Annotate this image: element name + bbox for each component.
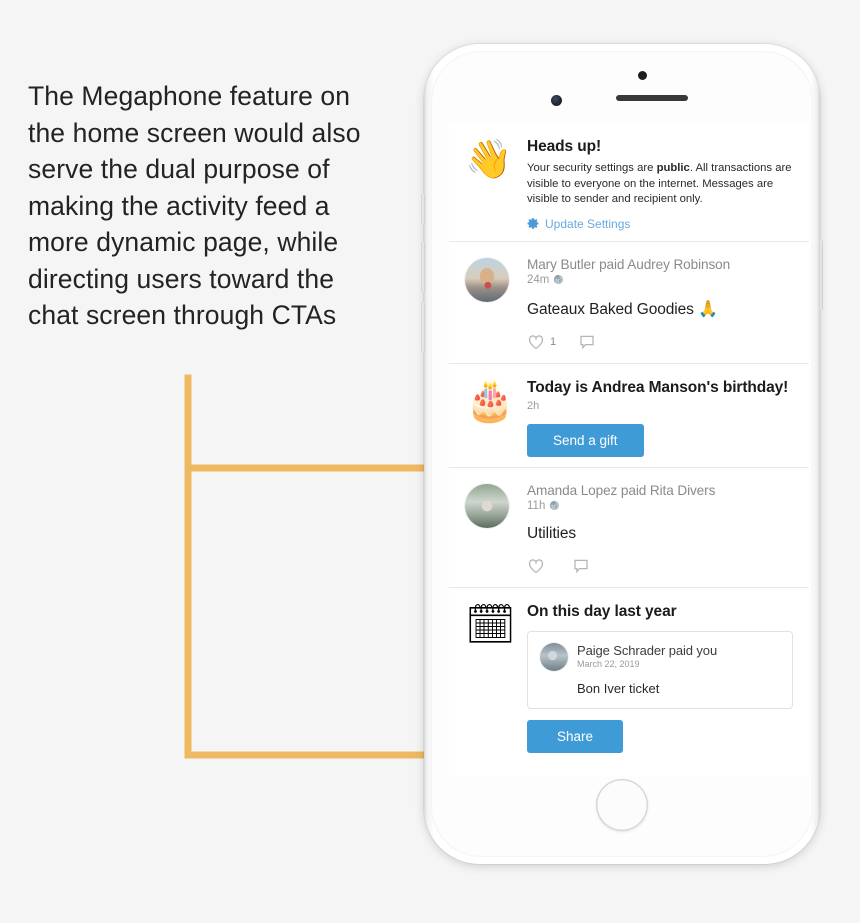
like-button[interactable] — [527, 557, 550, 575]
screenshot-root: The Megaphone feature on the home screen… — [0, 0, 860, 923]
memory-body: On this day last year Paige Schrader pai… — [527, 602, 793, 753]
phone-screen-bezel: 👋 Heads up! Your security settings are p… — [431, 51, 813, 857]
payment-participants: Mary Butler paid Audrey Robinson — [527, 256, 731, 272]
update-settings-link[interactable]: Update Settings — [527, 217, 793, 231]
memory-card-header: Paige Schrader paid you March 22, 2019 — [540, 642, 780, 671]
heads-up-icon-column: 👋 — [465, 137, 527, 231]
avatar[interactable] — [465, 483, 509, 528]
home-button[interactable] — [596, 779, 648, 831]
activity-feed: 👋 Heads up! Your security settings are p… — [449, 123, 809, 763]
comment-button[interactable] — [572, 557, 590, 575]
earpiece-speaker — [616, 95, 688, 101]
gear-icon — [527, 218, 539, 229]
payment-memo-emoji: 🙏 — [698, 300, 718, 318]
memory-participants: Paige Schrader paid you — [577, 642, 718, 658]
timestamp: 24m — [527, 273, 550, 286]
memory-icon-column: 🗓 — [465, 602, 527, 753]
power-button[interactable] — [819, 240, 823, 310]
volume-down-button[interactable] — [421, 302, 425, 352]
comment-button[interactable] — [578, 333, 596, 351]
avatar[interactable] — [540, 642, 568, 671]
heads-up-body: Heads up! Your security settings are pub… — [527, 137, 793, 231]
phone-body: 👋 Heads up! Your security settings are p… — [421, 44, 823, 864]
memory-memo: Bon Iver ticket — [577, 680, 660, 696]
payment-memo: Utilities — [527, 525, 793, 543]
proximity-sensor-icon — [638, 71, 647, 80]
heart-icon — [528, 334, 544, 349]
front-camera-icon — [551, 95, 562, 106]
amanda-payment-body: Amanda Lopez paid Rita Divers 11h Utilit… — [527, 482, 793, 577]
birthday-body: Today is Andrea Manson's birthday! 2h Se… — [527, 378, 793, 457]
feed-item-memory[interactable]: 🗓 On this day last year Paige Schrader p… — [449, 587, 809, 763]
amanda-avatar-column — [465, 482, 527, 577]
birthday-cake-icon: 🎂 — [465, 378, 515, 423]
payment-meta: 24m — [527, 274, 793, 286]
heads-up-desc-bold: public — [656, 162, 690, 174]
share-button[interactable]: Share — [527, 719, 624, 753]
update-settings-label: Update Settings — [545, 216, 631, 231]
like-count: 1 — [550, 335, 557, 348]
heads-up-description: Your security settings are public. All t… — [527, 161, 793, 208]
avatar[interactable] — [465, 257, 509, 302]
app-screen: 👋 Heads up! Your security settings are p… — [449, 123, 809, 776]
memory-title: On this day last year — [527, 602, 677, 620]
payment-memo: Gateaux Baked Goodies 🙏 — [527, 299, 793, 319]
send-a-gift-button[interactable]: Send a gift — [527, 423, 644, 457]
comment-icon — [580, 335, 594, 349]
mary-avatar-column — [465, 256, 527, 353]
feed-item-payment-amanda[interactable]: Amanda Lopez paid Rita Divers 11h Utilit… — [449, 467, 809, 588]
globe-icon — [550, 500, 560, 511]
payment-actions — [527, 557, 793, 575]
feed-item-birthday[interactable]: 🎂 Today is Andrea Manson's birthday! 2h … — [449, 363, 809, 468]
birthday-icon-column: 🎂 — [465, 378, 527, 457]
globe-icon — [554, 274, 564, 285]
waving-hand-icon: 👋 — [465, 139, 513, 181]
payment-meta: 11h — [527, 500, 793, 512]
feed-item-heads-up[interactable]: 👋 Heads up! Your security settings are p… — [449, 123, 809, 242]
timestamp: 11h — [527, 499, 546, 512]
phone-mockup: 👋 Heads up! Your security settings are p… — [421, 44, 823, 864]
heads-up-title: Heads up! — [527, 138, 602, 155]
birthday-title: Today is Andrea Manson's birthday! — [527, 378, 789, 396]
volume-up-button[interactable] — [421, 242, 425, 292]
feed-item-payment-mary[interactable]: Mary Butler paid Audrey Robinson 24m Gat… — [449, 241, 809, 364]
payment-participants: Amanda Lopez paid Rita Divers — [527, 482, 716, 498]
memory-date: March 22, 2019 — [577, 658, 640, 669]
payment-memo-text: Utilities — [527, 524, 577, 542]
payment-actions: 1 — [527, 333, 793, 351]
like-button[interactable]: 1 — [527, 333, 556, 351]
payment-memo-text: Gateaux Baked Goodies — [527, 300, 694, 318]
birthday-timestamp: 2h — [527, 399, 540, 412]
memory-card-text: Paige Schrader paid you March 22, 2019 — [577, 643, 717, 669]
heart-icon — [528, 558, 544, 573]
mute-switch[interactable] — [421, 194, 425, 224]
memory-payment-card[interactable]: Paige Schrader paid you March 22, 2019 B… — [527, 630, 793, 709]
heads-up-desc-before: Your security settings are — [527, 162, 657, 174]
calendar-icon: 🗓 — [465, 602, 516, 647]
mary-payment-body: Mary Butler paid Audrey Robinson 24m Gat… — [527, 256, 793, 353]
comment-icon — [574, 559, 588, 573]
